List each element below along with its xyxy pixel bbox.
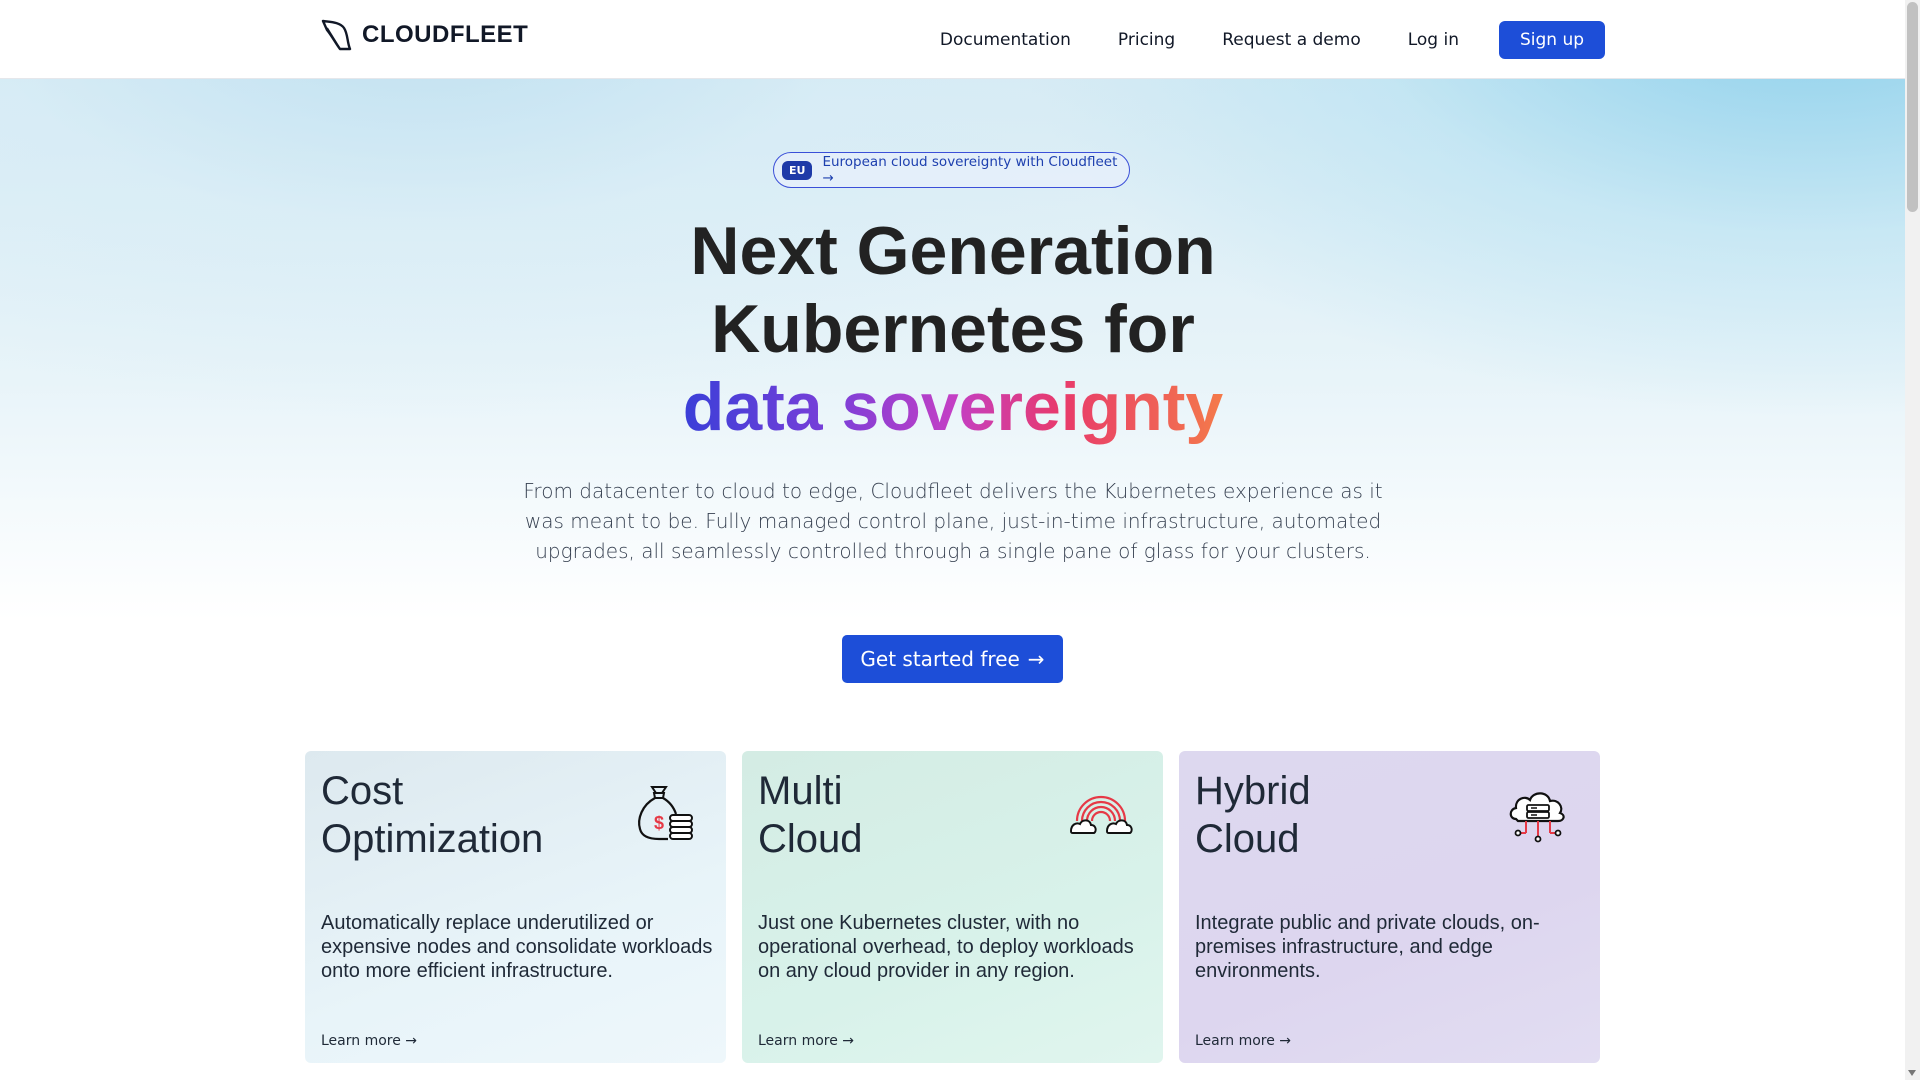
card-title-line1: Multi (758, 769, 843, 813)
svg-text:$: $ (654, 813, 664, 833)
leaf-logo-icon (321, 19, 352, 51)
money-bag-coins-icon: $ (638, 786, 693, 841)
scrollbar-thumb[interactable] (1907, 2, 1918, 212)
card-title: Cost Optimization (321, 767, 581, 863)
hero-title-gradient-line: data sovereignty (682, 369, 1224, 445)
card-description: Integrate public and private clouds, on-… (1195, 912, 1540, 982)
card-title-line2: Optimization (321, 817, 544, 861)
hero-title-line2: Kubernetes for (711, 291, 1195, 367)
card-title-line2: Cloud (1195, 817, 1300, 861)
scroll-down-arrow-icon[interactable] (1908, 1070, 1916, 1076)
card-title: Multi Cloud (758, 767, 1018, 863)
nav-log-in[interactable]: Log in (1408, 30, 1459, 50)
banner-text: European cloud sovereignty with Cloudfle… (822, 154, 1118, 186)
sign-up-button[interactable]: Sign up (1499, 21, 1605, 59)
card-title-line1: Cost (321, 769, 404, 813)
arrow-right-icon: → (1027, 647, 1045, 671)
card-title: Hybrid Cloud (1195, 767, 1455, 863)
hero-title: Next Generation Kubernetes for data sove… (560, 212, 1346, 446)
feature-card-cost-optimization: Cost Optimization $ Automatically replac… (305, 751, 726, 1063)
card-title-line1: Hybrid (1195, 769, 1311, 813)
learn-more-link[interactable]: Learn more → (758, 1033, 854, 1049)
cloud-server-icon (1509, 792, 1565, 843)
card-description: Just one Kubernetes cluster, with no ope… (758, 912, 1134, 982)
learn-more-link[interactable]: Learn more → (321, 1033, 417, 1049)
learn-more-link[interactable]: Learn more → (1195, 1033, 1291, 1049)
get-started-button[interactable]: Get started free → (842, 635, 1063, 683)
card-title-line2: Cloud (758, 817, 863, 861)
brand-logo[interactable]: CLOUDFLEET (320, 18, 528, 52)
hero-subtitle: From datacenter to cloud to edge, Cloudf… (523, 479, 1383, 563)
page: CLOUDFLEET Documentation Pricing Request… (0, 0, 1905, 1080)
get-started-label: Get started free (860, 647, 1020, 671)
hero-title-line1: Next Generation (690, 213, 1216, 289)
rainbow-clouds-icon (1069, 795, 1133, 834)
feature-card-hybrid-cloud: Hybrid Cloud Integrate public and privat… (1179, 751, 1600, 1063)
nav-pricing[interactable]: Pricing (1118, 30, 1175, 50)
eu-badge: EU (782, 160, 813, 180)
nav-request-demo[interactable]: Request a demo (1222, 30, 1361, 50)
eu-sovereignty-banner[interactable]: EU European cloud sovereignty with Cloud… (773, 152, 1130, 188)
vertical-scrollbar[interactable] (1905, 0, 1920, 1080)
nav-documentation[interactable]: Documentation (940, 30, 1071, 50)
brand-name: CLOUDFLEET (362, 21, 529, 48)
top-navbar: CLOUDFLEET Documentation Pricing Request… (0, 0, 1905, 79)
feature-card-multi-cloud: Multi Cloud Just one Kubernetes cluster,… (742, 751, 1163, 1063)
card-description: Automatically replace underutilized or e… (321, 912, 713, 982)
main-nav: Documentation Pricing Request a demo Log… (940, 21, 1605, 59)
